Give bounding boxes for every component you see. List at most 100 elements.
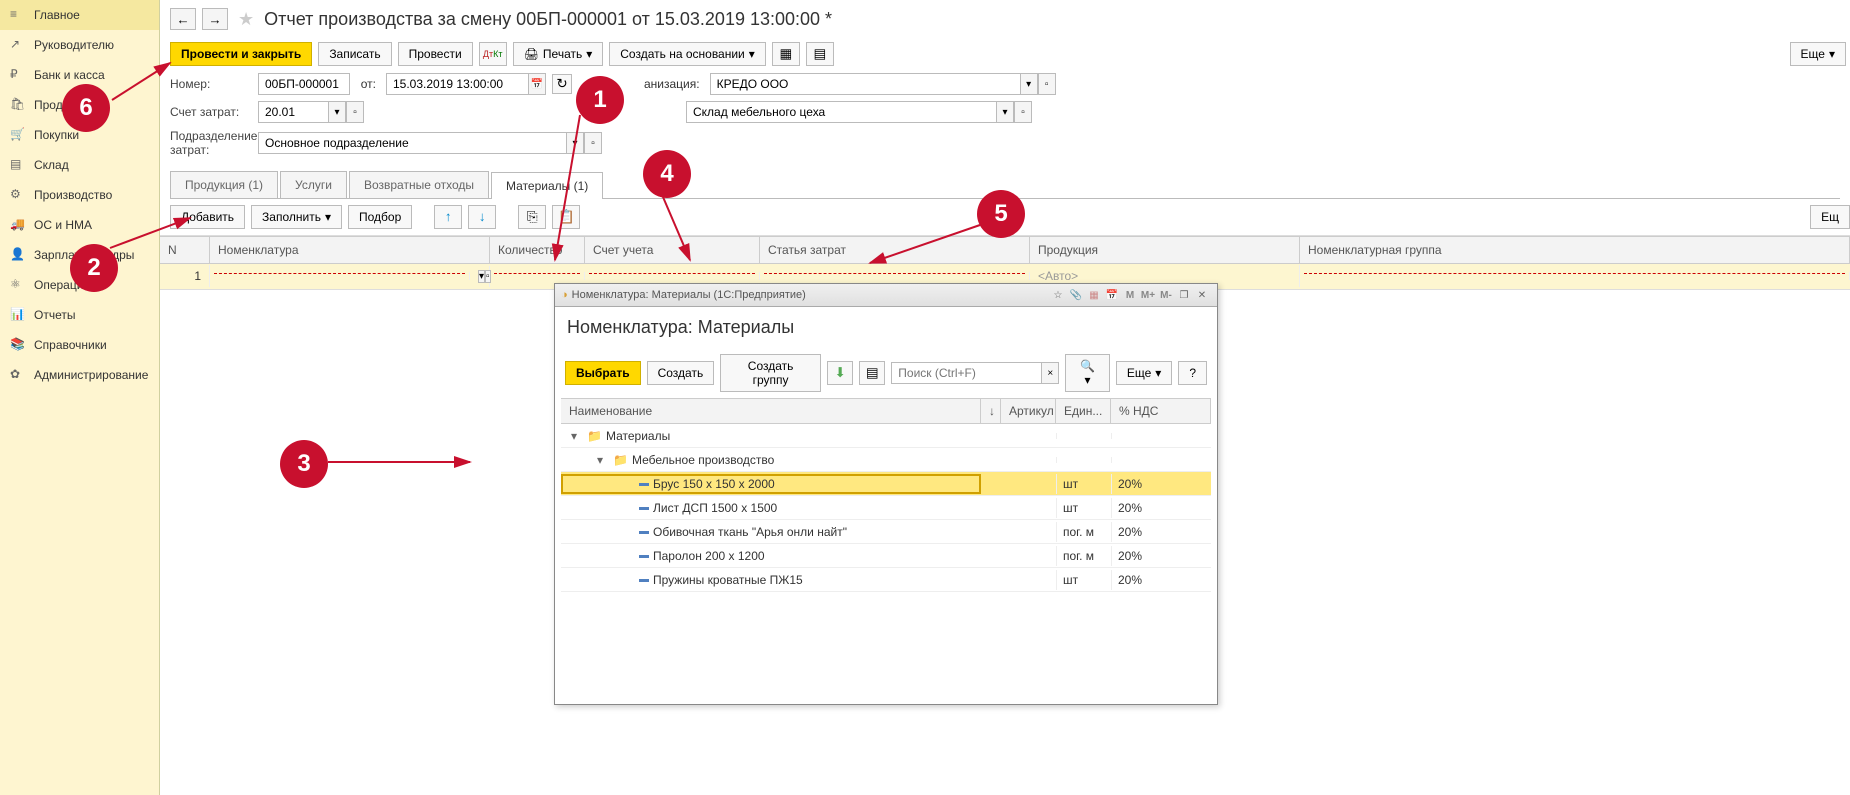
tree-item[interactable]: ▬Пружины кроватные ПЖ15шт20% [561,568,1211,592]
create-group-button[interactable]: Создать группу [720,354,821,392]
item-icon: ▬ [639,478,649,489]
m-icon[interactable]: M [1121,287,1139,303]
paste-icon[interactable]: 📋 [552,205,580,229]
fill-button[interactable]: Заполнить ▾ [251,205,342,229]
cost-account-input[interactable] [258,101,328,123]
search-input[interactable] [891,362,1041,384]
clip-icon[interactable]: 📎 [1067,287,1085,303]
open-icon[interactable]: ▫ [584,132,602,154]
annotation-3: 3 [280,440,328,488]
tree-item[interactable]: ▬Брус 150 х 150 х 2000шт20% [561,472,1211,496]
restore-icon[interactable]: ❐ [1175,287,1193,303]
sidebar-item-11[interactable]: 📚Справочники [0,330,159,360]
form-row-cost-account: Счет затрат: ▾ ▫ ▾ ▫ [160,98,1850,126]
mplus-icon[interactable]: M+ [1139,287,1157,303]
list-icon[interactable]: ▤ [806,42,834,66]
tree-label: Пружины кроватные ПЖ15 [653,573,803,587]
sidebar-item-10[interactable]: 📊Отчеты [0,300,159,330]
dropdown-icon[interactable]: ▾ [478,270,485,283]
help-button[interactable]: ? [1178,361,1207,385]
dropdown-icon[interactable]: ▾ [328,101,346,123]
tree-folder[interactable]: ▾📁Материалы [561,424,1211,448]
sidebar-item-6[interactable]: ⚙Производство [0,180,159,210]
select-button[interactable]: Подбор [348,205,412,229]
nav-forward-button[interactable]: → [202,8,228,30]
add-button[interactable]: Добавить [170,205,245,229]
copy-icon[interactable]: ⎘ [518,205,546,229]
mminus-icon[interactable]: M- [1157,287,1175,303]
view-icon[interactable]: ▤ [859,361,885,385]
modal-more-button[interactable]: Еще ▾ [1116,361,1172,385]
th-product[interactable]: Продукция [1030,237,1300,263]
open-icon[interactable]: ▫ [1014,101,1032,123]
move-down-icon[interactable]: ↓ [468,205,496,229]
mth-vat[interactable]: % НДС [1111,399,1211,423]
sidebar-icon: ✿ [10,367,26,383]
th-account[interactable]: Счет учета [585,237,760,263]
sidebar-item-0[interactable]: ≡Главное [0,0,159,30]
tree-vat: 20% [1111,570,1211,590]
post-and-close-button[interactable]: Провести и закрыть [170,42,312,66]
calc-icon[interactable]: ▦ [1085,287,1103,303]
favorite-icon[interactable]: ★ [238,9,254,30]
tree-item[interactable]: ▬Паролон 200 х 1200пог. м20% [561,544,1211,568]
clear-search-icon[interactable]: × [1041,362,1059,384]
mth-name[interactable]: Наименование [561,399,981,423]
search-button[interactable]: 🔍 ▾ [1065,354,1110,392]
cal-icon[interactable]: 📅 [1103,287,1121,303]
mth-sort[interactable]: ↓ [981,399,1001,423]
number-input[interactable] [258,73,350,95]
create-based-on-button[interactable]: Создать на основании ▾ [609,42,766,66]
select-button[interactable]: Выбрать [565,361,641,385]
sidebar-item-1[interactable]: ↗Руководителю [0,30,159,60]
nav-back-button[interactable]: ← [170,8,196,30]
sidebar-item-7[interactable]: 🚚ОС и НМА [0,210,159,240]
open-icon[interactable]: ▫ [1038,73,1056,95]
structure-icon[interactable]: ▦ [772,42,800,66]
date-input[interactable] [386,73,528,95]
sidebar-item-12[interactable]: ✿Администрирование [0,360,159,390]
sub-more-button[interactable]: Ещ [1810,205,1850,229]
th-qty[interactable]: Количество [490,237,585,263]
dropdown-icon[interactable]: ▾ [996,101,1014,123]
tab-0[interactable]: Продукция (1) [170,171,278,198]
mth-article[interactable]: Артикул [1001,399,1056,423]
fav-icon[interactable]: ☆ [1049,287,1067,303]
expand-icon[interactable]: ▾ [597,453,609,467]
subdivision-input[interactable] [258,132,566,154]
tab-3[interactable]: Материалы (1) [491,172,603,199]
post-button[interactable]: Провести [398,42,473,66]
tree-item[interactable]: ▬Обивочная ткань "Арья онли найт"пог. м2… [561,520,1211,544]
td-nomgroup[interactable] [1300,272,1850,280]
refresh-icon[interactable]: ↻ [552,74,572,94]
sidebar-icon: ⚙ [10,187,26,203]
close-icon[interactable]: ✕ [1193,287,1211,303]
td-qty[interactable] [490,272,585,280]
th-nomgroup[interactable]: Номенклатурная группа [1300,237,1850,263]
tree-folder[interactable]: ▾📁Мебельное производство [561,448,1211,472]
more-button[interactable]: Еще ▾ [1790,42,1846,66]
dt-kt-icon[interactable]: ДтКт [479,42,507,66]
dropdown-icon[interactable]: ▾ [1020,73,1038,95]
td-cost-item[interactable] [760,272,1030,280]
th-cost-item[interactable]: Статья затрат [760,237,1030,263]
td-nomenclature[interactable] [210,272,470,280]
organization-input[interactable] [710,73,1020,95]
move-up-icon[interactable]: ↑ [434,205,462,229]
calendar-icon[interactable]: 📅 [528,73,546,95]
mth-unit[interactable]: Един... [1056,399,1111,423]
expand-icon[interactable]: ▾ [571,429,583,443]
tab-2[interactable]: Возвратные отходы [349,171,489,198]
sidebar-item-5[interactable]: ▤Склад [0,150,159,180]
print-button[interactable]: 🖨 Печать ▾ [513,42,604,66]
open-icon[interactable]: ▫ [346,101,364,123]
warehouse-input[interactable] [686,101,996,123]
th-nomenclature[interactable]: Номенклатура [210,237,490,263]
tree-item[interactable]: ▬Лист ДСП 1500 х 1500шт20% [561,496,1211,520]
tab-1[interactable]: Услуги [280,171,347,198]
hierarchy-icon[interactable]: ⬇ [827,361,853,385]
td-account[interactable] [585,272,760,280]
write-button[interactable]: Записать [318,42,391,66]
dropdown-icon[interactable]: ▾ [566,132,584,154]
create-button[interactable]: Создать [647,361,715,385]
